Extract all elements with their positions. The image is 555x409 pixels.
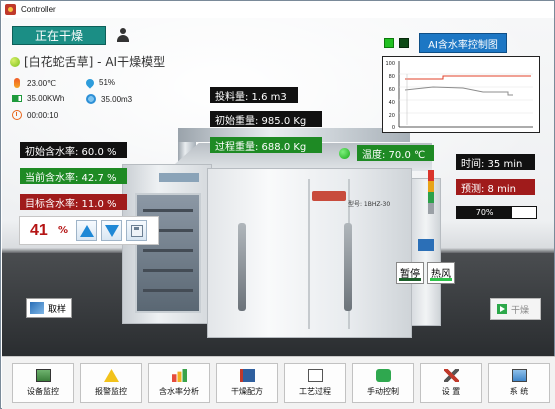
y-tick-label: 20 — [389, 113, 395, 119]
status-dot-icon — [10, 56, 20, 67]
setpoint-unit: % — [58, 225, 69, 236]
clock-icon — [12, 110, 22, 120]
monitor-icon — [36, 369, 51, 382]
drying-time: 时间: 35 min — [456, 154, 535, 170]
ai-moisture-chart-button[interactable]: AI含水率控制图 — [419, 33, 507, 53]
process-icon — [308, 369, 323, 382]
water-usage: 35.00m3 — [86, 94, 132, 104]
hand-icon — [376, 369, 391, 382]
battery-icon — [12, 95, 22, 102]
feed-volume: 投料量: 1.6 m3 — [210, 87, 298, 103]
chart-icon — [172, 369, 187, 382]
door-handle — [344, 223, 352, 311]
signal-lamp — [428, 170, 434, 216]
nav-system[interactable]: 系 统 — [488, 363, 550, 403]
tools-icon — [444, 369, 459, 382]
nav-settings[interactable]: 设 置 — [420, 363, 482, 403]
warning-icon — [104, 369, 119, 382]
controller-window: Controller 型号: 1BHZ-30 正在干燥 [白花蛇舌草] - AI… — [0, 0, 555, 409]
initial-weight: 初始重量: 985.0 Kg — [210, 111, 322, 127]
save-setpoint-button[interactable] — [126, 220, 147, 241]
book-icon — [240, 369, 255, 382]
drying-progress-bar: 70% — [456, 206, 537, 219]
app-icon — [5, 3, 16, 15]
water-icon — [86, 94, 96, 104]
ambient-temp: 23.00℃ — [12, 78, 56, 88]
sample-icon — [30, 302, 44, 314]
bottom-nav: 设备监控 报警监控 含水率分析 干燥配方 工艺过程 手动控制 设 置 系 统 — [2, 356, 555, 409]
sample-button[interactable]: 取样 — [26, 298, 72, 318]
setpoint-value[interactable]: 41 — [30, 222, 58, 240]
play-icon — [497, 304, 507, 314]
ambient-humidity: 51% — [84, 76, 115, 89]
arrow-up-icon — [79, 224, 94, 237]
predicted-time: 预测: 8 min — [456, 179, 535, 195]
machine-model: 型号: 1BHZ-30 — [348, 201, 391, 208]
y-tick-label: 60 — [389, 87, 395, 93]
pause-button[interactable]: 暂停 — [396, 262, 424, 284]
hot-air-button[interactable]: 热风 — [427, 262, 455, 284]
user-icon[interactable] — [115, 27, 131, 43]
increase-button[interactable] — [76, 220, 97, 241]
nav-alarm-monitor[interactable]: 报警监控 — [80, 363, 142, 403]
progress-label: 70% — [475, 208, 494, 217]
control-cabinet — [411, 178, 441, 326]
nav-process[interactable]: 工艺过程 — [284, 363, 346, 403]
moisture-trend-chart: 100 80 60 40 20 0 — [382, 56, 540, 133]
nav-drying-recipe[interactable]: 干燥配方 — [216, 363, 278, 403]
thermometer-icon — [14, 78, 20, 88]
drying-status: 正在干燥 — [12, 26, 106, 45]
droplet-icon — [84, 76, 96, 89]
trend-svg: 100 80 60 40 20 0 — [385, 61, 533, 131]
process-weight: 过程重量: 688.0 Kg — [210, 137, 322, 153]
elapsed-time: 00:00:10 — [12, 110, 58, 120]
y-tick-label: 0 — [392, 125, 395, 131]
ai-on-indicator — [384, 38, 394, 48]
nav-moisture-analysis[interactable]: 含水率分析 — [148, 363, 210, 403]
dryer-main-body: 型号: 1BHZ-30 — [207, 168, 412, 338]
ai-off-indicator — [399, 38, 409, 48]
computer-icon — [512, 369, 527, 382]
y-tick-label: 100 — [385, 61, 395, 67]
nav-equipment-monitor[interactable]: 设备监控 — [12, 363, 74, 403]
nav-manual-control[interactable]: 手动控制 — [352, 363, 414, 403]
recipe-title: [白花蛇舌草] - AI干燥模型 — [10, 53, 165, 70]
arrow-down-icon — [104, 224, 119, 237]
window-title: Controller — [21, 4, 56, 14]
initial-moisture: 初始含水率: 60.0 % — [20, 142, 127, 158]
energy-usage: 35.00KWh — [12, 94, 64, 103]
grid — [399, 73, 533, 114]
save-icon — [130, 224, 143, 237]
moisture-setpoint-control: 41 % — [19, 216, 159, 245]
decrease-button[interactable] — [101, 220, 122, 241]
moisture-trend-line — [404, 86, 513, 96]
y-tick-label: 80 — [389, 74, 395, 80]
y-tick-label: 40 — [389, 100, 395, 106]
current-moisture: 当前含水率: 42.7 % — [20, 168, 127, 184]
recipe-name: [白花蛇舌草] - AI干燥模型 — [24, 55, 166, 69]
target-trend-line — [405, 75, 531, 80]
door-handle — [238, 223, 246, 311]
dry-button[interactable]: 干燥 — [490, 298, 541, 320]
title-bar: Controller — [1, 1, 554, 17]
process-temperature: 温度: 70.0 ℃ — [357, 145, 434, 161]
target-moisture: 目标含水率: 11.0 % — [20, 194, 127, 210]
brand-logo — [312, 191, 346, 201]
running-indicator-icon — [339, 148, 350, 159]
